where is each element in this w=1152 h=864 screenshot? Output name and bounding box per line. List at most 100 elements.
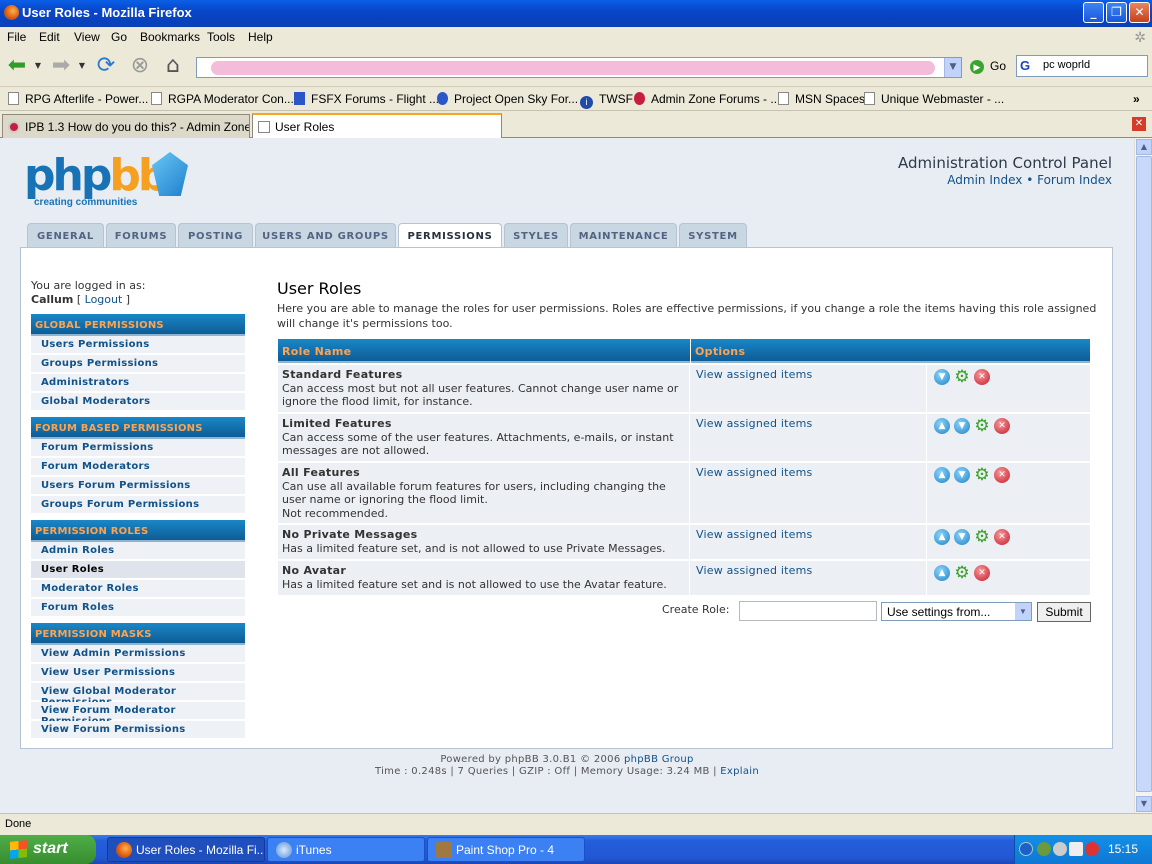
- edit-gear-icon[interactable]: ⚙: [974, 418, 990, 435]
- tray-expand-icon[interactable]: [1019, 842, 1033, 856]
- admin-index-link[interactable]: Admin Index: [947, 173, 1022, 187]
- move-down-icon[interactable]: ▼: [934, 369, 950, 385]
- url-dropdown-icon[interactable]: ▼: [944, 58, 961, 77]
- edit-gear-icon[interactable]: ⚙: [974, 467, 990, 484]
- start-button[interactable]: start: [0, 835, 96, 864]
- logout-link[interactable]: Logout: [85, 293, 123, 306]
- menu-bookmarks[interactable]: Bookmarks: [140, 30, 200, 44]
- tab-styles[interactable]: STYLES: [504, 223, 568, 248]
- scroll-up-icon[interactable]: ▲: [1136, 139, 1152, 155]
- view-assigned-link[interactable]: View assigned items: [691, 414, 927, 461]
- delete-icon[interactable]: ✕: [994, 418, 1010, 434]
- tab-forums[interactable]: FORUMS: [106, 223, 176, 248]
- view-assigned-link[interactable]: View assigned items: [691, 525, 927, 559]
- menu-view[interactable]: View: [74, 30, 100, 44]
- close-tab-icon[interactable]: ✕: [1132, 117, 1146, 131]
- bookmark-item[interactable]: Unique Webmaster - ...: [864, 92, 1004, 106]
- delete-icon[interactable]: ✕: [974, 565, 990, 581]
- tab-general[interactable]: GENERAL: [27, 223, 104, 248]
- menu-help[interactable]: Help: [248, 30, 273, 44]
- move-up-icon[interactable]: ▲: [934, 467, 950, 483]
- edit-gear-icon[interactable]: ⚙: [974, 529, 990, 546]
- reload-icon[interactable]: ⟳: [93, 53, 119, 79]
- sidebar-item-view-admin-permissions[interactable]: View Admin Permissions: [31, 645, 245, 663]
- forum-index-link[interactable]: Forum Index: [1037, 173, 1112, 187]
- taskbar-button-paintshop[interactable]: Paint Shop Pro - 4: [427, 837, 585, 862]
- sidebar-item-view-user-permissions[interactable]: View User Permissions: [31, 664, 245, 682]
- submit-button[interactable]: Submit: [1037, 602, 1091, 622]
- delete-icon[interactable]: ✕: [974, 369, 990, 385]
- tab-permissions[interactable]: PERMISSIONS: [398, 223, 502, 249]
- scroll-thumb[interactable]: [1136, 156, 1152, 792]
- tab-users-and-groups[interactable]: USERS AND GROUPS: [255, 223, 396, 248]
- sidebar-item-admin-roles[interactable]: Admin Roles: [31, 542, 245, 560]
- use-settings-select[interactable]: Use settings from... ▼: [881, 602, 1032, 621]
- sidebar-item-users-permissions[interactable]: Users Permissions: [31, 336, 245, 354]
- sidebar-item-users-forum-permissions[interactable]: Users Forum Permissions: [31, 477, 245, 495]
- phpbb-group-link[interactable]: phpBB Group: [624, 754, 694, 765]
- bookmark-item[interactable]: RPG Afterlife - Power...: [8, 92, 148, 106]
- go-button[interactable]: ▶ Go: [970, 59, 1006, 74]
- menu-tools[interactable]: Tools: [207, 30, 235, 44]
- tab-system[interactable]: SYSTEM: [679, 223, 747, 248]
- view-assigned-link[interactable]: View assigned items: [691, 365, 927, 412]
- edit-gear-icon[interactable]: ⚙: [954, 369, 970, 386]
- back-dropdown-icon[interactable]: ▼: [32, 53, 44, 79]
- vertical-scrollbar[interactable]: ▲ ▼: [1134, 138, 1152, 813]
- bookmark-item[interactable]: Project Open Sky For...: [437, 92, 578, 106]
- sidebar-item-global-moderators[interactable]: Global Moderators: [31, 393, 245, 411]
- sidebar-item-groups-forum-permissions[interactable]: Groups Forum Permissions: [31, 496, 245, 514]
- sidebar-item-moderator-roles[interactable]: Moderator Roles: [31, 580, 245, 598]
- sidebar-item-forum-permissions[interactable]: Forum Permissions: [31, 439, 245, 457]
- url-bar[interactable]: ▼: [196, 57, 962, 78]
- delete-icon[interactable]: ✕: [994, 529, 1010, 545]
- sidebar-item-groups-permissions[interactable]: Groups Permissions: [31, 355, 245, 373]
- sidebar-item-view-global-moderator-permissions[interactable]: View Global Moderator Permissions: [31, 683, 245, 708]
- browser-tab-active[interactable]: User Roles: [252, 113, 502, 139]
- move-down-icon[interactable]: ▼: [954, 418, 970, 434]
- sidebar-item-user-roles[interactable]: User Roles: [31, 561, 245, 579]
- view-assigned-link[interactable]: View assigned items: [691, 561, 927, 595]
- bookmark-item[interactable]: RGPA Moderator Con...: [151, 92, 294, 106]
- delete-icon[interactable]: ✕: [994, 467, 1010, 483]
- move-up-icon[interactable]: ▲: [934, 565, 950, 581]
- stop-icon[interactable]: ⊗: [127, 53, 153, 79]
- taskbar-button-firefox[interactable]: User Roles - Mozilla Fi...: [107, 837, 265, 862]
- view-assigned-link[interactable]: View assigned items: [691, 463, 927, 523]
- move-up-icon[interactable]: ▲: [934, 418, 950, 434]
- sidebar-item-forum-moderators[interactable]: Forum Moderators: [31, 458, 245, 476]
- menu-go[interactable]: Go: [111, 30, 127, 44]
- move-up-icon[interactable]: ▲: [934, 529, 950, 545]
- bookmark-item[interactable]: i TWSF: [580, 92, 633, 109]
- move-down-icon[interactable]: ▼: [954, 529, 970, 545]
- mail-icon[interactable]: [1069, 842, 1083, 856]
- bookmark-item[interactable]: FSFX Forums - Flight ...: [294, 92, 439, 106]
- home-icon[interactable]: ⌂: [160, 53, 186, 79]
- menu-file[interactable]: File: [7, 30, 26, 44]
- browser-tab[interactable]: IPB 1.3 How do you do this? - Admin Zone…: [2, 114, 250, 138]
- network-icon[interactable]: [1037, 842, 1051, 856]
- sidebar-item-forum-roles[interactable]: Forum Roles: [31, 599, 245, 617]
- move-down-icon[interactable]: ▼: [954, 467, 970, 483]
- bookmarks-chevron-icon[interactable]: »: [1133, 92, 1140, 106]
- explain-link[interactable]: Explain: [720, 766, 759, 777]
- scroll-down-icon[interactable]: ▼: [1136, 796, 1152, 812]
- tab-posting[interactable]: POSTING: [178, 223, 253, 248]
- bookmark-item[interactable]: Admin Zone Forums - ...: [634, 92, 780, 106]
- search-input[interactable]: G pc woprld: [1016, 55, 1148, 77]
- menu-edit[interactable]: Edit: [39, 30, 60, 44]
- security-icon[interactable]: [1085, 842, 1099, 856]
- maximize-button[interactable]: ❐: [1106, 2, 1127, 23]
- minimize-button[interactable]: _: [1083, 2, 1104, 23]
- forward-dropdown-icon[interactable]: ▼: [76, 53, 88, 79]
- sidebar-item-administrators[interactable]: Administrators: [31, 374, 245, 392]
- back-icon[interactable]: ⬅: [4, 53, 30, 79]
- taskbar-button-itunes[interactable]: iTunes: [267, 837, 425, 862]
- create-role-input[interactable]: [739, 601, 877, 621]
- sidebar-item-view-forum-moderator-permissions[interactable]: View Forum Moderator Permissions: [31, 702, 245, 727]
- bookmark-item[interactable]: MSN Spaces: [778, 92, 865, 106]
- close-window-button[interactable]: ✕: [1129, 2, 1150, 23]
- edit-gear-icon[interactable]: ⚙: [954, 565, 970, 582]
- sidebar-item-view-forum-permissions[interactable]: View Forum Permissions: [31, 721, 245, 739]
- forward-icon[interactable]: ➡: [48, 53, 74, 79]
